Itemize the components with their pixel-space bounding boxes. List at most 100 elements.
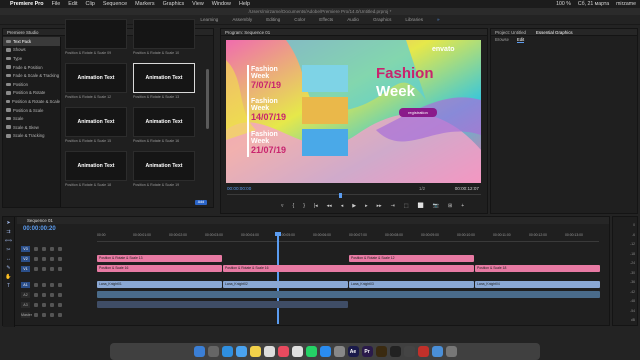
terminal-icon[interactable] — [389, 346, 401, 357]
workspace-audio[interactable]: Audio — [347, 17, 359, 22]
tree-item[interactable]: Type — [3, 54, 60, 63]
tree-item[interactable]: Fade & Scale & Tracking — [3, 71, 60, 80]
transport-button-icon[interactable]: ▿ — [281, 203, 284, 209]
track-target-toggle[interactable]: A2 — [21, 291, 30, 298]
tab-browse[interactable]: Browse — [495, 36, 509, 43]
timeline-clip[interactable]: Position & Scale 18 — [475, 265, 600, 272]
eye-icon[interactable] — [50, 292, 54, 297]
tree-item[interactable]: Shows — [3, 46, 60, 55]
mute-icon[interactable] — [58, 292, 62, 297]
hand-icon[interactable]: ✋ — [5, 274, 13, 280]
finder-icon[interactable] — [193, 346, 205, 357]
transport-button-icon[interactable]: { — [293, 203, 295, 209]
eye-icon[interactable] — [50, 312, 54, 317]
timeline-clip[interactable]: Lana_Knight04 — [475, 281, 600, 288]
illustrator-icon[interactable] — [375, 346, 387, 357]
tree-item[interactable]: Scale & Tracking — [3, 132, 60, 141]
mute-icon[interactable] — [58, 256, 62, 261]
tree-item[interactable]: Position & Scale — [3, 106, 60, 115]
preset-tile[interactable]: Animation Text Position & Rotate & Scale … — [65, 151, 127, 193]
timeline-clip[interactable]: Lana_Knight03 — [349, 281, 474, 288]
chrome-icon[interactable] — [291, 346, 303, 357]
menu-file[interactable]: File — [52, 1, 61, 7]
ripple-edit-icon[interactable]: ⟺ — [5, 238, 13, 244]
track-target-toggle[interactable]: V1 — [21, 265, 30, 272]
mute-icon[interactable] — [58, 312, 62, 317]
workspace-assembly[interactable]: Assembly — [232, 17, 252, 22]
slip-icon[interactable]: ↔ — [5, 256, 13, 262]
lock-icon[interactable] — [34, 246, 38, 251]
sync-icon[interactable] — [42, 256, 46, 261]
tree-item[interactable]: Scale — [3, 114, 60, 123]
menu-window[interactable]: Window — [212, 1, 231, 7]
whatsapp-icon[interactable] — [305, 346, 317, 357]
monitor-playhead[interactable] — [339, 193, 342, 198]
timeline-clip[interactable]: Position & Rotate & Scale 12 — [349, 255, 474, 262]
pen-icon[interactable]: ✎ — [5, 265, 13, 271]
menu-markers[interactable]: Markers — [135, 1, 154, 7]
transport-button-icon[interactable]: ▸▸ — [377, 203, 382, 209]
preset-tile[interactable]: Animation Text Position & Rotate & Scale … — [65, 107, 127, 149]
transport-button-icon[interactable]: ▸ — [365, 203, 368, 209]
lock-icon[interactable] — [34, 312, 38, 317]
menu-view[interactable]: View — [192, 1, 204, 7]
sync-icon[interactable] — [42, 302, 46, 307]
safari-icon[interactable] — [221, 346, 233, 357]
timeline-clip[interactable]: Lana_Knight01 — [97, 281, 222, 288]
transport-button-icon[interactable]: 📷 — [433, 203, 439, 209]
activity-icon[interactable] — [403, 346, 415, 357]
transport-button-icon[interactable]: ▶ — [352, 203, 356, 209]
premiere-icon[interactable]: Pr — [361, 346, 373, 357]
transport-button-icon[interactable]: ⬚ — [404, 203, 409, 209]
mute-icon[interactable] — [58, 302, 62, 307]
folder-icon[interactable] — [431, 346, 443, 357]
lock-icon[interactable] — [34, 266, 38, 271]
eye-icon[interactable] — [50, 302, 54, 307]
selection-tool-icon[interactable]: ➤ — [5, 220, 13, 226]
notes-icon[interactable] — [249, 346, 261, 357]
menu-edit[interactable]: Edit — [68, 1, 77, 7]
eye-icon[interactable] — [50, 246, 54, 251]
lock-icon[interactable] — [34, 292, 38, 297]
workspace-editing[interactable]: Editing — [266, 17, 280, 22]
sync-icon[interactable] — [42, 246, 46, 251]
video-frame[interactable]: envato Fashion Week registration Fashion… — [226, 40, 481, 183]
launchpad-icon[interactable] — [207, 346, 219, 357]
tree-item[interactable]: Fade & Position — [3, 63, 60, 72]
menu-clip[interactable]: Clip — [86, 1, 95, 7]
workspace-color[interactable]: Color — [294, 17, 305, 22]
transport-button-icon[interactable]: ⊞ — [448, 203, 452, 209]
music-icon[interactable] — [277, 346, 289, 357]
mail-icon[interactable] — [235, 346, 247, 357]
lock-icon[interactable] — [34, 302, 38, 307]
track-target-toggle[interactable]: A3 — [21, 301, 30, 308]
transport-button-icon[interactable]: + — [461, 203, 464, 209]
eye-icon[interactable] — [50, 256, 54, 261]
transport-button-icon[interactable]: ⇥ — [391, 203, 395, 209]
clock-date[interactable]: Сб, 21 марта — [578, 1, 609, 7]
preset-tile[interactable]: Animation Text Position & Rotate & Scale … — [133, 151, 195, 193]
photos-icon[interactable] — [263, 346, 275, 357]
sync-icon[interactable] — [42, 292, 46, 297]
monitor-timecode-current[interactable]: 00:00:00:00 — [227, 186, 251, 191]
track-target-toggle[interactable]: A1 — [21, 281, 30, 288]
preset-tile[interactable]: Position & Rotate & Scale 09 — [65, 19, 127, 61]
razor-icon[interactable]: ✂ — [5, 247, 13, 253]
tree-item[interactable]: Position & Rotate & Scale — [3, 97, 60, 106]
preset-tile[interactable]: Animation Text Position & Rotate & Scale … — [133, 107, 195, 149]
mute-icon[interactable] — [58, 266, 62, 271]
menu-help[interactable]: Help — [239, 1, 250, 7]
monitor-ruler[interactable] — [227, 194, 481, 199]
preset-tile[interactable]: Position & Rotate & Scale 10 — [133, 19, 195, 61]
track-target-toggle[interactable]: V2 — [21, 255, 30, 262]
preset-tile[interactable]: Animation Text Position & Rotate & Scale … — [65, 63, 127, 105]
tab-edit[interactable]: Edit — [516, 36, 525, 43]
mute-icon[interactable] — [58, 246, 62, 251]
sync-icon[interactable] — [42, 312, 46, 317]
workspace-learning[interactable]: Learning — [200, 17, 218, 22]
lock-icon[interactable] — [34, 256, 38, 261]
eye-icon[interactable] — [50, 282, 54, 287]
tab-essential-graphics[interactable]: Essential Graphics — [536, 29, 573, 35]
timeline-clip[interactable]: Position & Rotate & Scale 13 — [97, 255, 222, 262]
tree-item[interactable]: Position — [3, 80, 60, 89]
